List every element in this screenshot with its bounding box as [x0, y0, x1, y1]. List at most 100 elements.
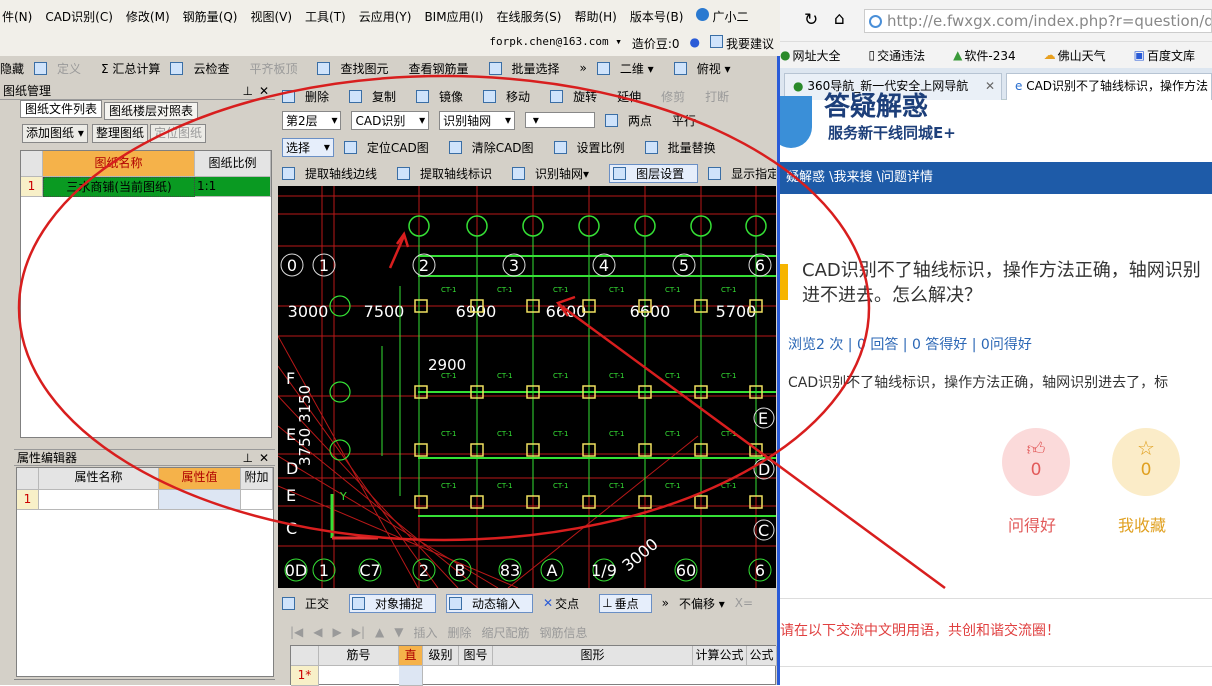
prop-row-extra[interactable] — [241, 490, 273, 510]
suggest-button[interactable]: 我要建议 — [709, 35, 774, 52]
x-coordinate-input[interactable]: X= — [735, 596, 753, 610]
like-button[interactable]: 👍︎ 0 — [1002, 428, 1070, 496]
bookmark-nav[interactable]: ● 网址大全 — [780, 47, 855, 64]
find-element-button[interactable]: 查找图元 — [317, 60, 398, 77]
prop-row-name[interactable] — [39, 490, 159, 510]
layer-settings-button[interactable]: 图层设置 — [609, 163, 699, 183]
tab-floor-mapping[interactable]: 图纸楼层对照表 — [104, 102, 199, 120]
top-view-dropdown[interactable]: 俯视 ▾ — [673, 60, 741, 77]
favorite-button[interactable]: ☆ 0 — [1112, 428, 1180, 496]
drawing-name-cell[interactable]: 三水商铺(当前图纸) — [43, 177, 195, 197]
hide-button[interactable]: 隐藏 — [0, 60, 24, 77]
locate-cad-button[interactable]: 定位CAD图 — [343, 139, 439, 156]
overflow-chevron-icon[interactable]: » — [662, 596, 669, 610]
overflow-chevron-icon[interactable]: » — [580, 61, 587, 75]
menu-rebar[interactable]: 钢筋量(Q) — [183, 8, 238, 25]
empty-select[interactable]: ▾ — [525, 112, 596, 128]
bookmark-software[interactable]: ▲ 软件-234 — [953, 47, 1029, 64]
tab-question[interactable]: e CAD识别不了轴线标识，操作方法 — [1006, 73, 1212, 100]
object-snap-button[interactable]: 对象捕捉 — [349, 593, 437, 613]
tab-close-icon[interactable]: ✕ — [985, 74, 995, 99]
tab-drawing-files[interactable]: 图纸文件列表 — [20, 100, 103, 118]
insert-button[interactable]: 插入 — [414, 624, 438, 641]
rotate-button[interactable]: 旋转 — [550, 88, 607, 105]
orthogonal-button[interactable]: 正交 — [282, 595, 339, 612]
first-icon[interactable]: |◀ — [290, 625, 303, 639]
batch-select-button[interactable]: 批量选择 — [488, 60, 570, 77]
menu-bim[interactable]: BIM应用(I) — [424, 8, 483, 25]
account-email[interactable]: forpk.chen@163.com ▾ — [489, 35, 621, 52]
two-point-button[interactable]: 两点 — [605, 112, 662, 129]
next-icon[interactable]: ▶ — [333, 625, 342, 639]
intersection-button[interactable]: ✕ 交点 — [543, 595, 589, 612]
up-icon[interactable]: ▲ — [375, 625, 384, 639]
perpendicular-button[interactable]: ⊥ 垂点 — [599, 593, 652, 613]
extract-axis-label-button[interactable]: 提取轴线标识 — [397, 165, 502, 182]
menu-file[interactable]: 件(N) — [2, 8, 32, 25]
set-scale-button[interactable]: 设置比例 — [553, 139, 635, 156]
batch-replace-button[interactable]: 批量替换 — [644, 139, 726, 156]
define-button[interactable]: 定义 — [34, 60, 91, 77]
drawing-ratio-cell[interactable]: 1:1 — [195, 177, 271, 197]
cad-mode-select[interactable]: CAD识别 ▾ — [351, 110, 430, 130]
add-drawing-button[interactable]: 添加图纸 ▾ — [22, 124, 88, 143]
cloud-check-button[interactable]: 云检查 — [170, 60, 239, 77]
floor-select[interactable]: 第2层 ▾ — [282, 110, 342, 130]
menu-assistant[interactable]: 广小二 — [696, 7, 761, 25]
menu-online[interactable]: 在线服务(S) — [496, 8, 561, 25]
mirror-button[interactable]: 镜像 — [416, 88, 473, 105]
offset-select[interactable]: 不偏移 ▾ — [679, 595, 725, 612]
scale-rebar-button[interactable]: 缩尺配筋 — [482, 624, 530, 641]
favorite-label[interactable]: 我收藏 — [1118, 512, 1166, 536]
show-layer-button[interactable]: 显示指定图层 — [708, 165, 776, 182]
delete-button[interactable]: 删除 — [282, 88, 339, 105]
last-icon[interactable]: ▶| — [352, 625, 365, 639]
rebar-delete-button[interactable]: 删除 — [448, 624, 472, 641]
menu-cad[interactable]: CAD识别(C) — [45, 8, 113, 25]
pin-icon[interactable]: ⊥ — [243, 450, 253, 466]
locate-drawing-button[interactable]: 定位图纸 — [150, 124, 207, 143]
break-button[interactable]: 打断 — [705, 88, 739, 105]
2d-dropdown[interactable]: 二维 ▾ — [596, 60, 664, 77]
close-icon[interactable]: ✕ — [259, 83, 269, 99]
down-icon[interactable]: ▼ — [394, 625, 403, 639]
menu-help[interactable]: 帮助(H) — [574, 8, 616, 25]
notification-icon[interactable]: ● — [690, 35, 700, 52]
menu-cloud[interactable]: 云应用(Y) — [359, 8, 412, 25]
bookmark-weather[interactable]: ☁ 佛山天气 — [1044, 47, 1120, 64]
close-icon[interactable]: ✕ — [259, 450, 269, 466]
dynamic-input-button[interactable]: 动态输入 — [446, 593, 534, 613]
cad-drawing-svg[interactable]: 0 1 2 3 4 5 63000 7500 6900 6600 6600 57002900CT-1 C… — [278, 186, 776, 588]
address-bar[interactable]: http://e.fwxgx.com/index.php?r=question/… — [864, 9, 1212, 33]
home-icon[interactable]: ⌂ — [834, 9, 845, 29]
prev-icon[interactable]: ◀ — [313, 625, 322, 639]
extend-button[interactable]: 延伸 — [617, 88, 651, 105]
axis-select[interactable]: 识别轴网 ▾ — [439, 110, 516, 130]
arrange-drawing-button[interactable]: 整理图纸 — [92, 124, 149, 143]
parallel-button[interactable]: 平行 — [672, 112, 706, 129]
align-slab-button[interactable]: 平齐板顶 — [249, 60, 307, 77]
rebar-row-straight[interactable] — [399, 666, 423, 686]
copy-button[interactable]: 复制 — [349, 88, 406, 105]
rebar-info-button[interactable]: 钢筋信息 — [540, 624, 588, 641]
trim-button[interactable]: 修剪 — [661, 88, 695, 105]
extract-axis-line-button[interactable]: 提取轴线边线 — [282, 165, 387, 182]
bookmark-baidu[interactable]: ▣ 百度文库 — [1134, 47, 1209, 64]
pin-icon[interactable]: ⊥ — [243, 83, 253, 99]
menu-tools[interactable]: 工具(T) — [305, 8, 346, 25]
prop-row-value[interactable] — [159, 490, 241, 510]
refresh-icon[interactable]: ↻ — [804, 10, 818, 30]
bookmark-traffic[interactable]: ▯ 交通违法 — [869, 47, 940, 64]
summary-calc-button[interactable]: Σ 汇总计算 — [101, 60, 160, 77]
like-label[interactable]: 问得好 — [1008, 512, 1056, 536]
recognize-axis-button[interactable]: 识别轴网▾ — [512, 165, 599, 182]
site-logo[interactable]: 答疑解惑 服务新干线同城E+ — [780, 92, 1212, 162]
select-button[interactable]: 选择 ▾ — [282, 137, 334, 157]
view-rebar-button[interactable]: 查看钢筋量 — [408, 60, 478, 77]
move-button[interactable]: 移动 — [483, 88, 540, 105]
clear-cad-button[interactable]: 清除CAD图 — [448, 139, 544, 156]
menu-version[interactable]: 版本号(B) — [630, 8, 684, 25]
menu-view[interactable]: 视图(V) — [250, 8, 292, 25]
menu-modify[interactable]: 修改(M) — [126, 8, 170, 25]
cad-drawing-canvas[interactable]: 0 1 2 3 4 5 6 3000 7500 6900 6600 6600 5700 2900 CT-1 C… — [278, 186, 776, 588]
